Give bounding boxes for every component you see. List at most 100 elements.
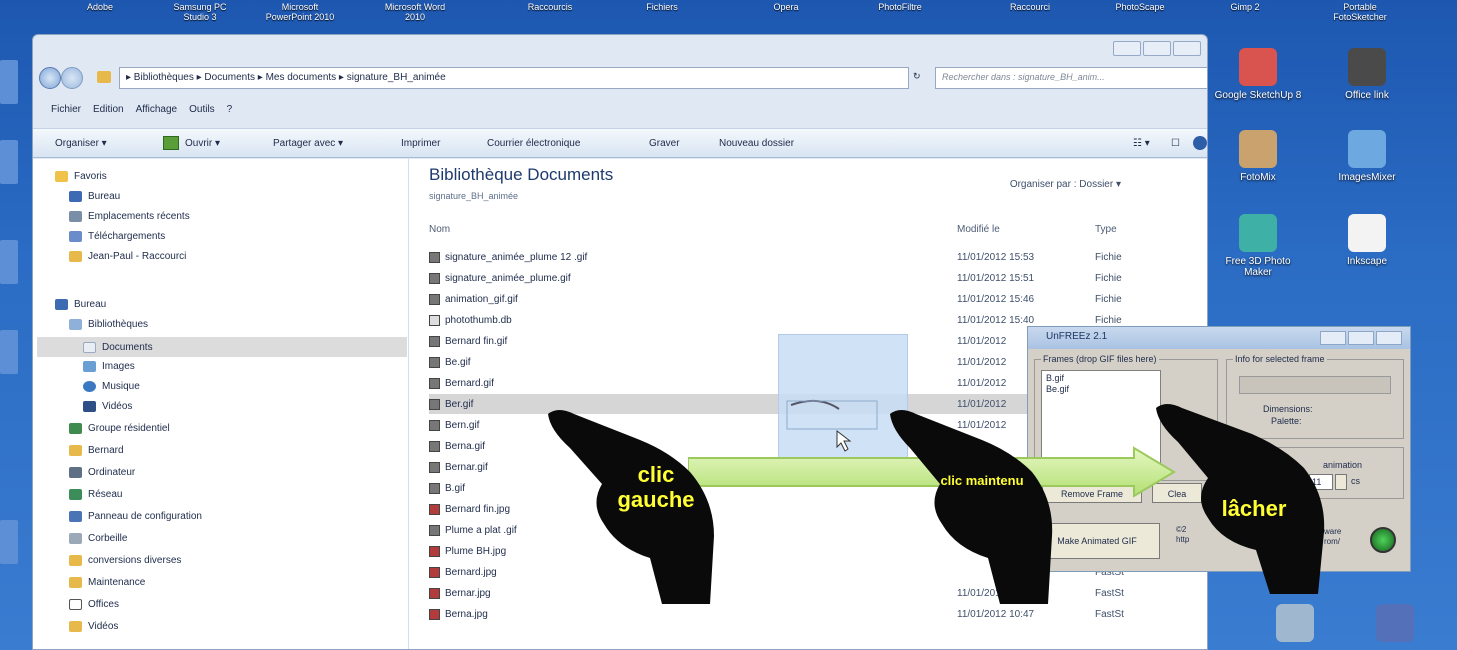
nav-bernard[interactable]: Bernard [69, 445, 124, 456]
desktop-icon-partial[interactable] [0, 240, 18, 284]
menu-edition[interactable]: Edition [93, 104, 124, 118]
open-app-icon [163, 136, 179, 150]
refresh-icon[interactable]: ↻ [913, 71, 921, 82]
desktop-icon-inkscape[interactable]: Inkscape [1322, 214, 1412, 267]
burn-button[interactable]: Graver [649, 138, 680, 149]
menu-affichage[interactable]: Affichage [136, 104, 178, 118]
new-folder-button[interactable]: Nouveau dossier [719, 138, 794, 149]
nav-recent[interactable]: Emplacements récents [69, 211, 190, 222]
desktop-shortcut-label[interactable]: Opera [746, 2, 826, 12]
jpg-file-icon [429, 608, 440, 620]
menu-fichier[interactable]: Fichier [51, 104, 81, 118]
help-icon[interactable] [1193, 136, 1207, 150]
desktop-icon-bottom[interactable] [1250, 604, 1340, 646]
arrange-by[interactable]: Organiser par : Dossier ▾ [1010, 179, 1121, 190]
nav-maintenance[interactable]: Maintenance [69, 577, 145, 588]
nav-jeanpaul[interactable]: Jean-Paul - Raccourci [69, 251, 186, 262]
file-name: photothumb.db [445, 314, 512, 326]
nav-trash[interactable]: Corbeille [69, 533, 127, 544]
breadcrumb[interactable]: ▸ Bibliothèques ▸ Documents ▸ Mes docume… [119, 67, 909, 89]
column-header-type[interactable]: Type [1095, 224, 1117, 235]
frame-item[interactable]: Be.gif [1046, 384, 1156, 395]
close-button[interactable] [1173, 41, 1201, 56]
desktop-icon-fotomix[interactable]: FotoMix [1213, 130, 1303, 183]
desktop-shortcut-label[interactable]: Raccourcis [510, 2, 590, 12]
nav-libraries[interactable]: Bibliothèques [69, 319, 148, 330]
desktop-shortcut-label[interactable]: PhotoFiltre [860, 2, 940, 12]
file-row[interactable]: Berna.jpg 11/01/2012 10:47 FastSt [429, 604, 1189, 624]
desktop-icon-bottom[interactable] [1350, 604, 1440, 646]
nav-label: Panneau de configuration [88, 511, 202, 522]
desktop-icon-sketchup[interactable]: Google SketchUp 8 [1213, 48, 1303, 101]
desktop-shortcut-label[interactable]: Portable FotoSketcher [1320, 2, 1400, 22]
desktop-shortcut-label[interactable]: Fichiers [622, 2, 702, 12]
organize-button[interactable]: Organiser ▾ [55, 138, 107, 149]
desktop-icon-partial[interactable] [0, 520, 18, 564]
file-name: signature_animée_plume.gif [445, 272, 571, 284]
delay-spinner[interactable] [1335, 474, 1347, 490]
nav-label: Maintenance [88, 577, 146, 588]
desktop-shortcut-label[interactable]: PhotoScape [1100, 2, 1180, 12]
file-row[interactable]: signature_animée_plume.gif 11/01/2012 15:… [429, 268, 1189, 288]
column-header-modified[interactable]: Modifié le [957, 224, 1000, 235]
desktop-shortcut-label[interactable]: Gimp 2 [1205, 2, 1285, 12]
preview-pane-icon[interactable]: ☐ [1171, 138, 1180, 149]
arrange-value[interactable]: Dossier ▾ [1079, 179, 1121, 190]
view-options-icon[interactable]: ☷ ▾ [1133, 138, 1150, 149]
nav-videos[interactable]: Vidéos [83, 401, 132, 412]
navigation-pane: Favoris Bureau Emplacements récents Télé… [33, 159, 409, 649]
nav-videos-folder[interactable]: Vidéos [69, 621, 118, 632]
desktop-icon-partial[interactable] [0, 60, 18, 104]
nav-bureau-root[interactable]: Bureau [55, 299, 106, 310]
unfreez-title-bar[interactable]: UnFREEz 2.1 [1028, 327, 1410, 349]
nav-downloads[interactable]: Téléchargements [69, 231, 165, 242]
nav-bureau[interactable]: Bureau [69, 191, 120, 202]
desktop-shortcut-label[interactable]: Microsoft Word 2010 [375, 2, 455, 22]
nav-label: conversions diverses [88, 555, 182, 566]
desktop-icon-partial[interactable] [0, 330, 18, 374]
file-name: B.gif [445, 482, 466, 494]
file-row[interactable]: animation_gif.gif 11/01/2012 15:46 Fichie [429, 289, 1189, 309]
desktop-icon-office-link[interactable]: Office link [1322, 48, 1412, 101]
nav-computer[interactable]: Ordinateur [69, 467, 135, 478]
print-button[interactable]: Imprimer [401, 138, 440, 149]
nav-documents[interactable]: Documents [37, 337, 407, 357]
desktop-shortcut-label[interactable]: Raccourci [990, 2, 1070, 12]
forward-button[interactable] [61, 67, 83, 89]
file-row[interactable]: Bernar.jpg 11/01/2012 10:47 FastSt [429, 583, 1189, 603]
share-button[interactable]: Partager avec ▾ [273, 138, 343, 149]
search-input[interactable]: Rechercher dans : signature_BH_anim... [935, 67, 1207, 89]
frame-item[interactable]: B.gif [1046, 373, 1156, 384]
file-name: Bernard fin.gif [445, 335, 508, 347]
gif-file-icon [429, 419, 440, 431]
documents-icon [83, 341, 96, 353]
email-button[interactable]: Courrier électronique [487, 138, 580, 149]
nav-homegroup[interactable]: Groupe résidentiel [69, 423, 170, 434]
nav-conversions[interactable]: conversions diverses [69, 555, 181, 566]
nav-images[interactable]: Images [83, 361, 135, 372]
nav-control-panel[interactable]: Panneau de configuration [69, 511, 202, 522]
desktop-icon-partial[interactable] [0, 140, 18, 184]
menu-outils[interactable]: Outils [189, 104, 215, 118]
desktop-shortcut-label[interactable]: Microsoft PowerPoint 2010 [260, 2, 340, 22]
desktop-shortcut-label[interactable]: Adobe [60, 2, 140, 12]
desktop-icon-3d-photo-maker[interactable]: Free 3D Photo Maker [1213, 214, 1303, 278]
nav-network[interactable]: Réseau [69, 489, 122, 500]
title-bar[interactable] [33, 35, 1207, 61]
menu-help[interactable]: ? [227, 104, 233, 118]
desktop-shortcut-label[interactable]: Samsung PC Studio 3 [160, 2, 240, 22]
minimize-button[interactable] [1113, 41, 1141, 56]
desktop-icon-imagesmixer[interactable]: ImagesMixer [1322, 130, 1412, 183]
open-button[interactable]: Ouvrir ▾ [185, 138, 220, 149]
close-button[interactable] [1376, 331, 1402, 345]
nav-favoris[interactable]: Favoris [55, 171, 107, 182]
back-button[interactable] [39, 67, 61, 89]
column-header-name[interactable]: Nom [429, 224, 450, 235]
nav-offices[interactable]: Offices [69, 599, 119, 610]
maximize-button[interactable] [1143, 41, 1171, 56]
file-row[interactable]: signature_animée_plume 12 .gif 11/01/2012… [429, 247, 1189, 267]
minimize-button[interactable] [1320, 331, 1346, 345]
maximize-button[interactable] [1348, 331, 1374, 345]
unfreez-logo-icon[interactable] [1370, 527, 1396, 553]
nav-music[interactable]: Musique [83, 381, 140, 392]
